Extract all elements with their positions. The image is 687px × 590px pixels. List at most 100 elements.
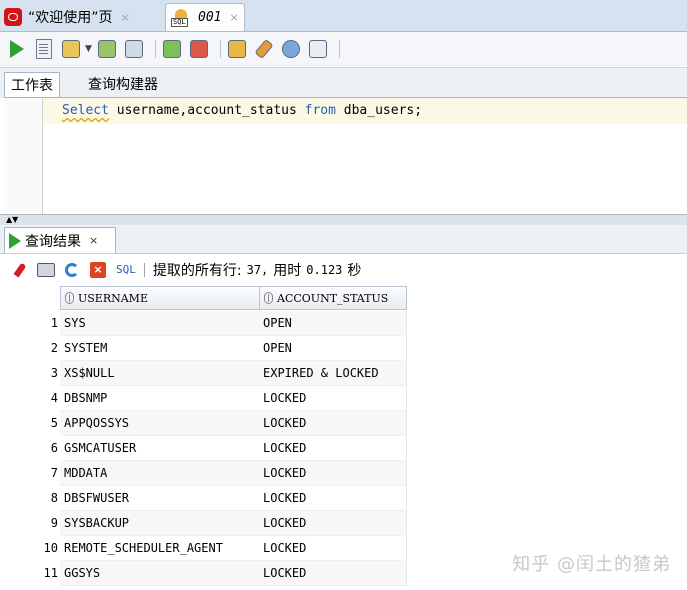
table-row[interactable]: 11 GGSYS LOCKED	[6, 561, 407, 586]
table-row[interactable]: 3 XS$NULL EXPIRED & LOCKED	[6, 361, 407, 386]
row-number: 7	[50, 466, 58, 480]
tab-start-page[interactable]: “欢迎使用”页 ×	[4, 3, 160, 31]
table-row[interactable]: 6 GSMCATUSER LOCKED	[6, 436, 407, 461]
row-number: 8	[50, 491, 58, 505]
row-number: 1	[50, 316, 58, 330]
sort-icon	[65, 292, 74, 304]
cell-account-status[interactable]: LOCKED	[259, 411, 407, 436]
table-row[interactable]: 10 REMOTE_SCHEDULER_AGENT LOCKED	[6, 536, 407, 561]
cell-username[interactable]: DBSNMP	[60, 386, 260, 411]
tab-query-result-label: 查询结果	[25, 233, 81, 250]
editor-tab-bar: 工作表 查询构建器	[0, 67, 687, 99]
cell-username[interactable]: SYSBACKUP	[60, 511, 260, 536]
row-number: 6	[50, 441, 58, 455]
elapsed-label: 用时	[273, 262, 302, 279]
sql-editor[interactable]: Select username,account_status from dba_…	[4, 97, 687, 215]
toolbar-divider	[338, 40, 340, 58]
sql-button[interactable]: SQL	[116, 263, 136, 276]
refresh-icon[interactable]	[62, 260, 82, 280]
column-header-username[interactable]: USERNAME	[60, 286, 260, 310]
sql-statement[interactable]: Select username,account_status from dba_…	[62, 103, 422, 118]
table-row[interactable]: 4 DBSNMP LOCKED	[6, 386, 407, 411]
autotrace-icon[interactable]	[60, 38, 82, 60]
table-row[interactable]: 5 APPQOSSYS LOCKED	[6, 411, 407, 436]
run-statement-icon[interactable]	[6, 38, 28, 60]
pin-icon[interactable]	[10, 260, 30, 280]
cell-account-status[interactable]: OPEN	[259, 336, 407, 361]
row-number: 4	[50, 391, 58, 405]
cell-account-status[interactable]: OPEN	[259, 311, 407, 336]
cell-account-status[interactable]: LOCKED	[259, 386, 407, 411]
fetched-rows-label: 提取的所有行:	[152, 262, 242, 279]
cell-username[interactable]: SYSTEM	[60, 336, 260, 361]
tab-query-builder[interactable]: 查询构建器	[82, 72, 164, 98]
cell-account-status[interactable]: LOCKED	[259, 461, 407, 486]
table-row[interactable]: 2 SYSTEM OPEN	[6, 336, 407, 361]
elapsed-value: 0.123	[306, 262, 343, 277]
tab-worksheet-editor[interactable]: 工作表	[4, 72, 60, 99]
table-row[interactable]: 7 MDDATA LOCKED	[6, 461, 407, 486]
cell-account-status[interactable]: LOCKED	[259, 436, 407, 461]
print-icon[interactable]	[36, 260, 56, 280]
commit-icon[interactable]	[161, 38, 183, 60]
tab-worksheet-label: 001	[198, 10, 222, 25]
cell-username[interactable]: APPQOSSYS	[60, 411, 260, 436]
tuning-advisor-icon[interactable]	[280, 38, 302, 60]
tab-query-result[interactable]: 查询结果 ×	[4, 227, 116, 253]
close-icon[interactable]: ×	[121, 11, 130, 24]
row-number: 10	[43, 541, 58, 555]
row-number: 3	[50, 366, 58, 380]
cell-username[interactable]: SYS	[60, 311, 260, 336]
watermark: 知乎 @闰土的猹弟	[512, 554, 671, 575]
sql-table: dba_users;	[335, 103, 423, 118]
document-tab-bar: “欢迎使用”页 × SQL 001 ×	[0, 0, 687, 32]
cell-username[interactable]: MDDATA	[60, 461, 260, 486]
panel-splitter[interactable]: ▲▼	[0, 214, 687, 225]
sql-keyword-from: from	[304, 103, 336, 118]
close-icon[interactable]: ×	[229, 11, 238, 24]
line-gutter	[4, 98, 43, 215]
tab-start-page-label: “欢迎使用”页	[28, 10, 113, 26]
sql-columns: username,account_status	[108, 103, 305, 118]
chevron-down-icon[interactable]: ▼	[85, 44, 92, 54]
collapse-arrows-icon[interactable]: ▲▼	[6, 215, 18, 224]
rows-count: 37,	[246, 262, 269, 277]
row-number: 2	[50, 341, 58, 355]
tab-worksheet[interactable]: SQL 001 ×	[165, 3, 245, 31]
cell-username[interactable]: REMOTE_SCHEDULER_AGENT	[60, 536, 260, 561]
close-icon[interactable]: ×	[89, 234, 98, 247]
cancel-icon[interactable]: ×	[88, 260, 108, 280]
sql-tuning-icon[interactable]	[123, 38, 145, 60]
cell-account-status[interactable]: LOCKED	[259, 561, 407, 586]
sql-history-icon[interactable]	[226, 38, 248, 60]
column-header-account-status[interactable]: ACCOUNT_STATUS	[259, 286, 407, 310]
table-row[interactable]: 1 SYS OPEN	[6, 311, 407, 336]
sql-keyword-select: Select	[62, 103, 109, 118]
cell-account-status[interactable]: LOCKED	[259, 486, 407, 511]
run-script-icon[interactable]	[33, 38, 55, 60]
cell-account-status[interactable]: LOCKED	[259, 536, 407, 561]
column-header-label: USERNAME	[78, 291, 148, 305]
cell-username[interactable]: XS$NULL	[60, 361, 260, 386]
seconds-label: 秒	[347, 262, 362, 279]
format-icon[interactable]	[307, 38, 329, 60]
cell-account-status[interactable]: EXPIRED & LOCKED	[259, 361, 407, 386]
cell-username[interactable]: DBSFWUSER	[60, 486, 260, 511]
cell-account-status[interactable]: LOCKED	[259, 511, 407, 536]
results-tab-bar: 查询结果 ×	[0, 225, 687, 254]
table-row[interactable]: 8 DBSFWUSER LOCKED	[6, 486, 407, 511]
rollback-icon[interactable]	[188, 38, 210, 60]
table-row[interactable]: 9 SYSBACKUP LOCKED	[6, 511, 407, 536]
worksheet-toolbar: ▼	[0, 32, 687, 66]
row-number: 9	[50, 516, 58, 530]
row-number: 11	[43, 566, 58, 580]
toolbar-divider	[143, 262, 145, 277]
results-toolbar: × SQL 提取的所有行: 37, 用时 0.123 秒	[0, 254, 687, 285]
sql-worksheet-icon: SQL	[171, 8, 193, 27]
clear-icon[interactable]	[253, 38, 275, 60]
cell-username[interactable]: GGSYS	[60, 561, 260, 586]
explain-plan-icon[interactable]	[96, 38, 118, 60]
toolbar-divider	[154, 40, 156, 58]
cell-username[interactable]: GSMCATUSER	[60, 436, 260, 461]
results-grid[interactable]: USERNAME ACCOUNT_STATUS 1 SYS OPEN 2 SYSTEM O…	[6, 286, 687, 590]
